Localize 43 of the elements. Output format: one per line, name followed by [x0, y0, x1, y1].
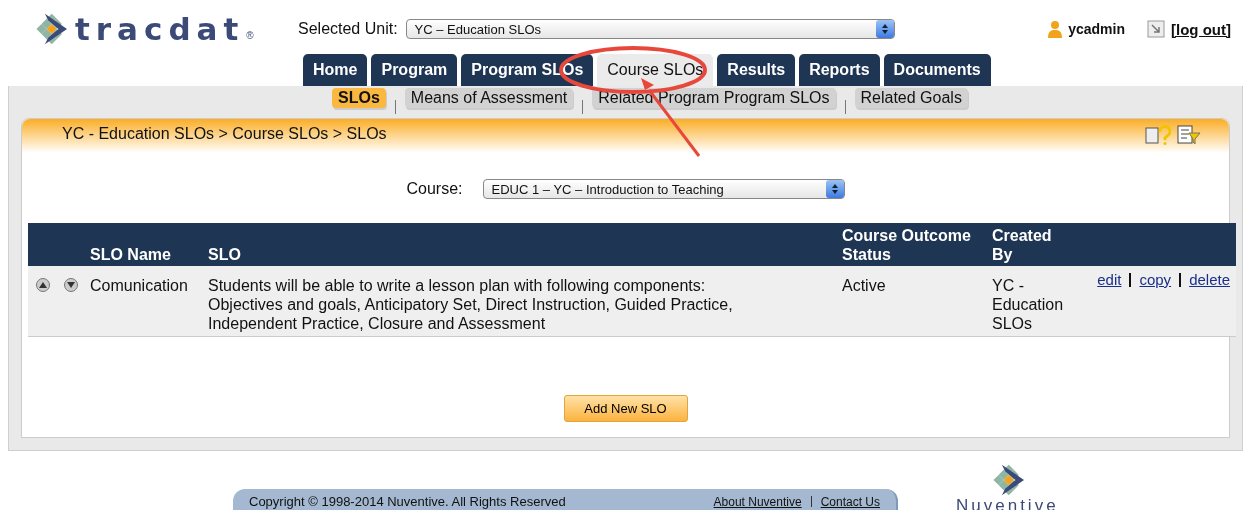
registered-mark: ®	[246, 29, 254, 41]
sub-tab[interactable]: SLOs	[332, 88, 386, 108]
notes-icon[interactable]	[1177, 125, 1201, 145]
action-link[interactable]: copy	[1139, 270, 1172, 289]
footer-link[interactable]: About Nuventive	[713, 494, 802, 509]
stepper-icon	[880, 23, 889, 35]
action-link[interactable]: delete	[1189, 270, 1230, 289]
column-header: Course Outcome Status	[842, 226, 972, 264]
breadcrumb: YC - Education SLOs > Course SLOs > SLOs	[62, 125, 387, 143]
action-link[interactable]: edit	[1097, 270, 1122, 289]
user-icon	[1048, 20, 1063, 38]
table-cell-text: Comunication	[90, 276, 189, 296]
unit-select[interactable]: YC – Education SLOs	[405, 19, 895, 39]
add-slo-button[interactable]: Add New SLO	[563, 395, 688, 422]
column-header: SLO Name	[90, 245, 172, 264]
stepper-icon	[830, 183, 839, 195]
move-up-button[interactable]	[36, 278, 50, 292]
nav-tab[interactable]: Reports	[799, 54, 880, 86]
nav-tab[interactable]: Program	[371, 54, 458, 86]
move-down-button[interactable]	[64, 278, 78, 292]
table-cell-text: Active	[842, 276, 887, 296]
table-cell-text: YC - Education SLOs	[992, 276, 1065, 333]
copyright-text: Copyright © 1998-2014 Nuventive. All Rights Reserved	[249, 494, 566, 509]
sub-tab[interactable]: Means of Assessment	[404, 88, 574, 108]
column-header: SLO	[208, 245, 242, 264]
course-select[interactable]: EDUC 1 – YC – Introduction to Teaching	[482, 179, 845, 199]
footer-link[interactable]: Contact Us	[820, 494, 880, 509]
help-icon[interactable]	[1145, 125, 1171, 145]
sub-tab[interactable]: Related Goals	[854, 88, 968, 108]
nav-tab[interactable]: Course SLOs	[597, 54, 714, 86]
up-triangle-icon	[39, 282, 47, 288]
logout-link[interactable]: [log out]	[1171, 20, 1231, 38]
nav-tab[interactable]: Results	[717, 54, 796, 86]
username: ycadmin	[1068, 21, 1125, 37]
nav-tab[interactable]: Home	[303, 54, 368, 86]
down-triangle-icon	[67, 282, 75, 288]
logo-text: tracdat	[75, 11, 245, 47]
course-label: Course:	[406, 180, 463, 198]
column-header: Created By	[992, 226, 1053, 264]
unit-label: Selected Unit:	[298, 20, 398, 38]
logout-icon[interactable]	[1147, 20, 1165, 38]
table-cell-text: Students will be able to write a lesson plan with following components: Objectives and goals, Anticipatory Set, Direct Instruction, Guided Practice, Independent Practice, Closure and Assessment	[208, 276, 734, 333]
nav-tab[interactable]: Documents	[883, 54, 991, 86]
